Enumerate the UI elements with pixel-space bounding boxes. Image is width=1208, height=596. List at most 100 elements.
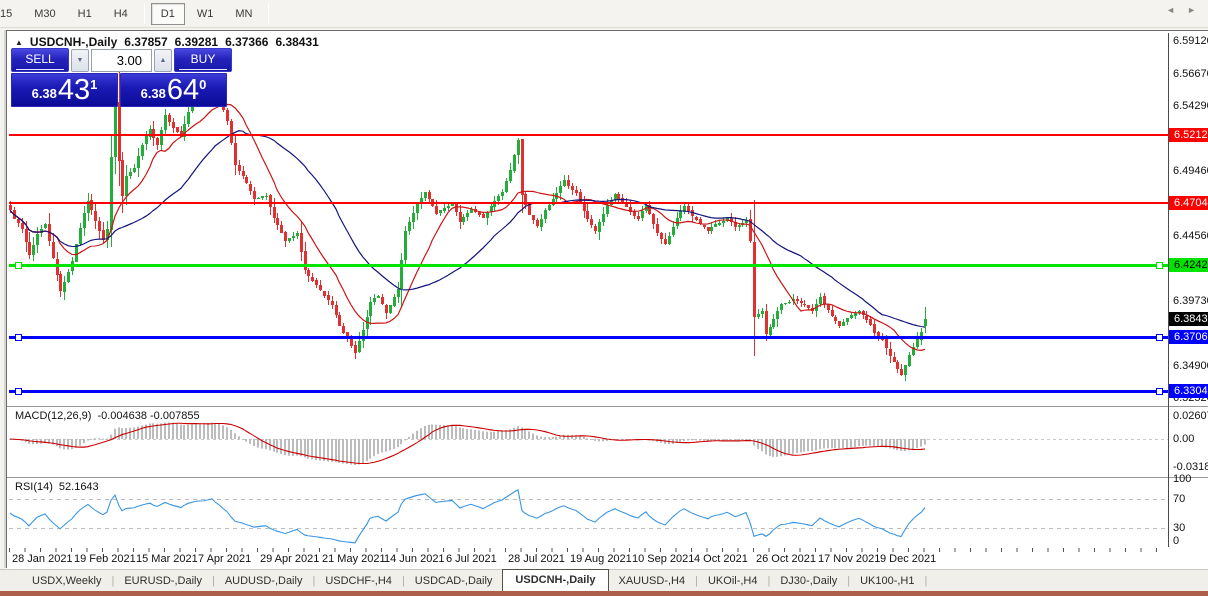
rsi-axis-tick: 70 [1173, 492, 1186, 505]
rsi-label: RSI(14) 52.1643 [15, 481, 99, 493]
quote-row: 6.38 43 1 6.38 64 0 [11, 73, 228, 107]
ohlc-open: 6.37857 [124, 35, 168, 49]
one-click-collapse-icon[interactable]: ▲ [15, 38, 23, 47]
date-axis-label: 28 Jul 2021 [508, 553, 565, 565]
rsi-panel-canvas[interactable] [9, 479, 1168, 547]
timeframe-button-W1[interactable]: W1 [187, 3, 224, 25]
lot-size-input[interactable] [91, 49, 152, 72]
sell-price-prefix: 6.38 [31, 86, 57, 101]
tab-usdcad-daily[interactable]: USDCAD-,Daily [405, 572, 503, 590]
date-axis-label: 10 Sep 2021 [632, 553, 695, 565]
buy-price-big: 64 [166, 74, 200, 106]
macd-axis-tick: 0.00 [1173, 433, 1195, 445]
ohlc-high: 6.39281 [174, 35, 219, 49]
bottom-accent-strip [0, 591, 1208, 596]
date-axis-label: 9 Dec 2021 [880, 553, 937, 565]
rsi-axis-tick: 30 [1173, 521, 1186, 534]
trade-buttons-row: SELL ▼ ▲ BUY [11, 48, 232, 72]
ohlc-close: 6.38431 [275, 35, 319, 49]
macd-label: MACD(12,26,9) -0.004638 -0.007855 [15, 410, 200, 422]
tab-separator: | [924, 574, 928, 587]
sell-price-pip: 1 [90, 77, 98, 92]
tab-dj30-daily[interactable]: DJ30-,Daily [770, 572, 847, 590]
price-axis-line [1168, 33, 1169, 547]
sell-button[interactable]: SELL [11, 48, 69, 72]
chart-symbol-label: USDCNH-,Daily [29, 35, 118, 49]
timeframe-toolbar: 15 M30 H1 H4 D1 W1 MN [0, 0, 1208, 28]
symbol-tab-bar: USDX,Weekly | EURUSD-,Daily | AUDUSD-,Daily |… [0, 569, 1208, 591]
chart-window: ▲ USDCNH-,Daily 6.37857 6.39281 6.37366 … [6, 30, 1208, 569]
toolbar-separator [268, 3, 270, 24]
tab-ukoil-h4[interactable]: UKOil-,H4 [698, 572, 768, 590]
terminal-screen: 15 M30 H1 H4 D1 W1 MN ▲ USDCNH-,Daily 6.37857 … [0, 0, 1208, 596]
date-axis-label: 19 Feb 2021 [74, 553, 136, 565]
tab-eurusd-daily[interactable]: EURUSD-,Daily [114, 572, 212, 590]
buy-button-label: BUY [179, 52, 227, 70]
timeframe-button-M30[interactable]: M30 [24, 3, 65, 25]
buy-quote-box[interactable]: 6.38 64 0 [120, 73, 227, 107]
hline-price-badge: 6.37063 [1169, 330, 1208, 345]
buy-price-pip: 0 [199, 77, 207, 92]
date-axis-label: 28 Jan 2021 [12, 553, 73, 565]
panel-separator[interactable] [7, 406, 1208, 408]
timeframe-buttons: 15 M30 H1 H4 D1 W1 MN [0, 2, 263, 25]
toolbar-separator [143, 3, 145, 24]
hline-price-badge: 6.52126 [1169, 127, 1208, 142]
date-axis: 28 Jan 2021 19 Feb 2021 15 Mar 2021 7 Apr 2… [7, 548, 1208, 569]
date-axis-label: 21 May 2021 [322, 553, 386, 565]
date-axis-ticks [9, 548, 1168, 552]
date-axis-label: 4 Oct 2021 [694, 553, 748, 565]
one-click-trading-panel: SELL ▼ ▲ BUY 6.38 43 1 6.38 64 0 [11, 48, 232, 107]
buy-button[interactable]: BUY [174, 48, 232, 72]
macd-axis-tick: -0.03187 [1173, 461, 1208, 474]
rsi-axis-tick: 100 [1173, 473, 1192, 485]
tab-audusd-daily[interactable]: AUDUSD-,Daily [215, 572, 313, 590]
timeframe-button-15[interactable]: 15 [0, 3, 22, 25]
rsi-name: RSI(14) [15, 481, 53, 493]
tab-usdchf-h4[interactable]: USDCHF-,H4 [315, 572, 402, 590]
timeframe-button-D1[interactable]: D1 [150, 2, 185, 25]
date-axis-label: 7 Apr 2021 [198, 553, 252, 565]
lot-decrease-button[interactable]: ▼ [71, 49, 89, 72]
price-axis-tick: 6.56670 [1173, 67, 1208, 80]
date-axis-label: 26 Oct 2021 [756, 553, 816, 565]
rsi-axis-tick: 0 [1173, 535, 1180, 547]
tab-uk100-h1[interactable]: UK100-,H1 [850, 572, 924, 590]
date-axis-label: 14 Jun 2021 [384, 553, 445, 565]
ohlc-low: 6.37366 [225, 35, 269, 49]
sell-button-label: SELL [16, 52, 64, 70]
date-axis-label: 19 Aug 2021 [570, 553, 632, 565]
price-axis-tick: 6.59120 [1173, 35, 1208, 47]
date-axis-label: 29 Apr 2021 [260, 553, 320, 565]
macd-values: -0.004638 -0.007855 [97, 410, 200, 422]
macd-axis-tick: 0.02607 [1173, 410, 1208, 422]
price-axis-tick: 6.44560 [1173, 230, 1208, 243]
timeframe-button-H4[interactable]: H4 [104, 3, 138, 25]
buy-price-prefix: 6.38 [140, 86, 166, 101]
sell-price-big: 43 [57, 74, 91, 106]
tab-usdx-weekly[interactable]: USDX,Weekly [22, 572, 111, 590]
date-axis-label: 6 Jul 2021 [446, 553, 497, 565]
price-axis-tick: 6.49460 [1173, 164, 1208, 177]
hline-price-badge: 6.33041 [1169, 384, 1208, 399]
date-axis-label: 17 Nov 2021 [818, 553, 881, 565]
tab-usdcnh-daily[interactable]: USDCNH-,Daily [502, 569, 609, 591]
price-axis-tick: 6.34900 [1173, 360, 1208, 373]
macd-name: MACD(12,26,9) [15, 410, 92, 422]
hline-price-badge: 6.47044 [1169, 196, 1208, 211]
tab-scroll-right-icon[interactable]: ► [1187, 5, 1196, 15]
lot-increase-button[interactable]: ▲ [154, 49, 172, 72]
sell-quote-box[interactable]: 6.38 43 1 [11, 73, 118, 107]
price-axis-tick: 6.39730 [1173, 295, 1208, 308]
tab-scroll-left-icon[interactable]: ◄ [1166, 5, 1175, 15]
price-axis-tick: 6.54290 [1173, 99, 1208, 112]
rsi-value: 52.1643 [58, 481, 99, 493]
tab-xauusd-h4[interactable]: XAUUSD-,H4 [609, 572, 696, 590]
chart-title: ▲ USDCNH-,Daily 6.37857 6.39281 6.37366 … [15, 35, 319, 49]
timeframe-button-H1[interactable]: H1 [68, 3, 102, 25]
date-axis-label: 15 Mar 2021 [136, 553, 198, 565]
hline-price-badge: 6.42424 [1169, 258, 1208, 273]
tab-scroll-controls: ◄ ► [1166, 5, 1196, 15]
timeframe-button-MN[interactable]: MN [225, 3, 262, 25]
panel-separator[interactable] [7, 477, 1208, 479]
